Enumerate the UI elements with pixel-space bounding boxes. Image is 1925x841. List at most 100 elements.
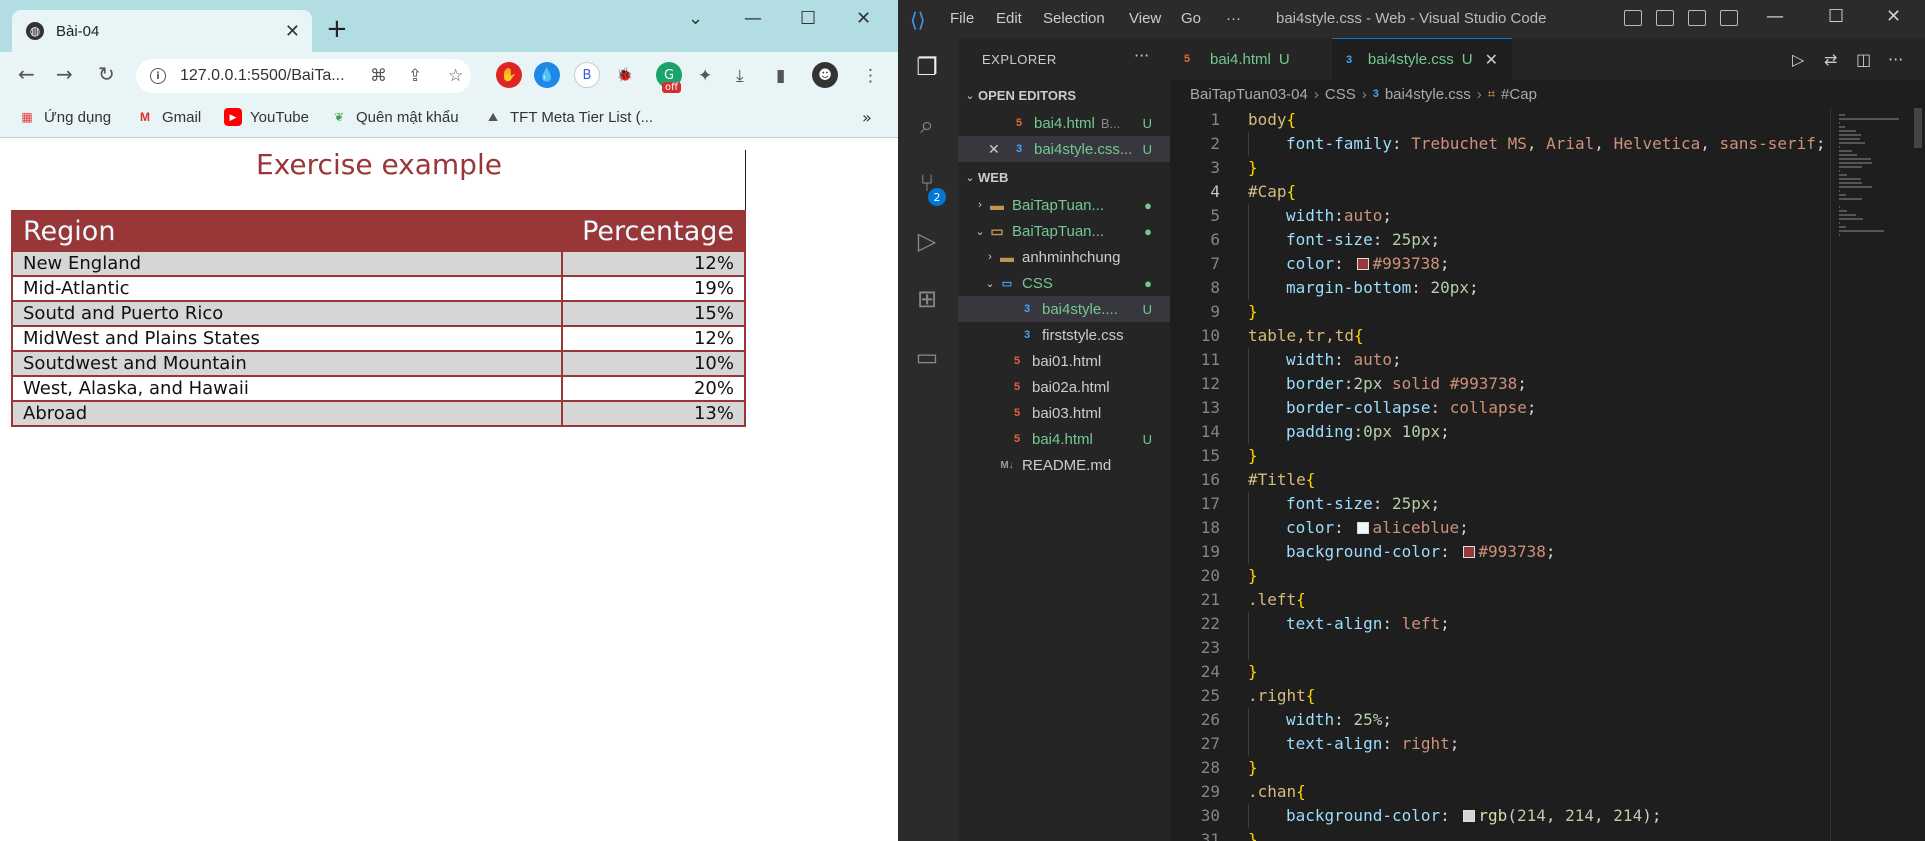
sidepanel-icon[interactable]: ▮ [776, 66, 785, 86]
code-line[interactable]: 23 [1170, 636, 1730, 660]
code-line[interactable]: 4 #Cap{ [1170, 180, 1730, 204]
code-line[interactable]: 14 padding:0px 10px; [1170, 420, 1730, 444]
tree-file[interactable]: 5 bai4.html U [958, 426, 1170, 452]
color-swatch[interactable] [1357, 258, 1370, 270]
code-line[interactable]: 30 background-color: rgb(214, 214, 214); [1170, 804, 1730, 828]
info-icon[interactable]: i [150, 68, 166, 84]
code-line[interactable]: 20} [1170, 564, 1730, 588]
code-line[interactable]: 11 width: auto; [1170, 348, 1730, 372]
tab-bai4style-css[interactable]: 3 bai4style.css U ✕ [1332, 38, 1512, 80]
open-changes-icon[interactable]: ⇄ [1824, 50, 1837, 69]
open-editors-header[interactable]: ⌄ OPEN EDITORS [958, 82, 1170, 108]
chevron-down-icon[interactable]: ⌄ [688, 8, 703, 29]
breadcrumb-item[interactable]: BaiTapTuan03-04 [1190, 86, 1308, 103]
code-line[interactable]: 12 border:2px solid #993738; [1170, 372, 1730, 396]
avatar[interactable]: ☻ [812, 62, 838, 88]
code-line[interactable]: 17 font-size: 25px; [1170, 492, 1730, 516]
menu-file[interactable]: File [950, 10, 974, 27]
menu-view[interactable]: View [1129, 10, 1161, 27]
open-editor-bai4style-css[interactable]: ✕ 3 bai4style.css... U [958, 136, 1170, 162]
bookmark-gmail[interactable]: M Gmail [136, 108, 201, 126]
kebab-menu-icon[interactable]: ⋮ [862, 66, 879, 86]
color-swatch[interactable] [1463, 810, 1476, 822]
adblock-extension-icon[interactable]: ✋ [496, 62, 522, 88]
tree-file[interactable]: M↓ README.md [958, 452, 1170, 478]
close-window-button[interactable]: ✕ [1886, 6, 1901, 27]
toggle-sidebar-icon[interactable] [1624, 10, 1642, 26]
tree-folder[interactable]: ⌄ ▭ CSS ● [958, 270, 1170, 296]
code-line[interactable]: 24} [1170, 660, 1730, 684]
reload-icon[interactable]: ↻ [98, 62, 115, 86]
split-editor-icon[interactable]: ◫ [1856, 50, 1871, 69]
tree-folder[interactable]: › ▬ BaiTapTuan... ● [958, 192, 1170, 218]
code-line[interactable]: 21 .left{ [1170, 588, 1730, 612]
minimap[interactable] [1830, 108, 1910, 841]
bookmark-tft[interactable]: ⛰ TFT Meta Tier List (... [484, 108, 653, 126]
back-icon[interactable]: ← [18, 62, 35, 86]
code-line[interactable]: 29 .chan{ [1170, 780, 1730, 804]
translate-icon[interactable]: ⌘ [370, 66, 387, 86]
color-swatch[interactable] [1463, 546, 1476, 558]
breadcrumb-item[interactable]: bai4style.css [1385, 86, 1471, 103]
new-tab-button[interactable]: + [326, 16, 348, 42]
maximize-button[interactable]: ☐ [800, 8, 816, 29]
menu-selection[interactable]: Selection [1043, 10, 1105, 27]
tree-file[interactable]: 3 firststyle.css [958, 322, 1170, 348]
close-icon[interactable]: ✕ [988, 141, 1010, 158]
code-line[interactable]: 10 table,tr,td{ [1170, 324, 1730, 348]
explorer-icon[interactable]: ❐ [912, 52, 942, 82]
menu-edit[interactable]: Edit [996, 10, 1022, 27]
code-line[interactable]: 19 background-color: #993738; [1170, 540, 1730, 564]
code-line[interactable]: 26 width: 25%; [1170, 708, 1730, 732]
drop-extension-icon[interactable]: 💧 [534, 62, 560, 88]
forward-icon[interactable]: → [56, 62, 73, 86]
minimize-button[interactable]: — [744, 8, 762, 29]
workspace-header[interactable]: ⌄ WEB [958, 164, 1170, 190]
code-line[interactable]: 3} [1170, 156, 1730, 180]
more-actions-icon[interactable]: ··· [1134, 46, 1149, 65]
more-actions-icon[interactable]: ··· [1888, 50, 1903, 69]
bookmark-youtube[interactable]: ▶ YouTube [224, 108, 309, 126]
editor-scrollbar[interactable] [1912, 108, 1924, 841]
customize-layout-icon[interactable] [1720, 10, 1738, 26]
toggle-panel-icon[interactable] [1656, 10, 1674, 26]
bug-extension-icon[interactable]: 🐞 [612, 62, 638, 88]
code-line[interactable]: 9} [1170, 300, 1730, 324]
open-editor-bai4-html[interactable]: 5 bai4.html B... U [958, 110, 1170, 136]
close-tab-icon[interactable]: ✕ [285, 21, 300, 42]
code-line[interactable]: 16 #Title{ [1170, 468, 1730, 492]
extensions-icon[interactable]: ⊞ [912, 284, 942, 314]
color-swatch[interactable] [1357, 522, 1370, 534]
browser-tab[interactable]: ◍ Bài-04 ✕ [12, 10, 312, 52]
tree-file[interactable]: 5 bai03.html [958, 400, 1170, 426]
code-line[interactable]: 2 font-family: Trebuchet MS, Arial, Helve… [1170, 132, 1826, 156]
maximize-button[interactable]: ☐ [1828, 6, 1844, 27]
scroll-thumb[interactable] [1914, 108, 1922, 148]
bookmark-apps[interactable]: ▦ Ứng dụng [18, 108, 111, 126]
menu-more[interactable]: ··· [1226, 10, 1241, 27]
tree-file[interactable]: 3 bai4style.... U [958, 296, 1170, 322]
code-editor[interactable]: 1 body{2 font-family: Trebuchet MS, Arial,… [1170, 108, 1925, 841]
tab-bai4-html[interactable]: 5 bai4.html U [1170, 38, 1332, 80]
code-line[interactable]: 7 color: #993738; [1170, 252, 1730, 276]
breadcrumb-item[interactable]: #Cap [1501, 86, 1537, 103]
run-debug-icon[interactable]: ▷ [912, 226, 942, 256]
tree-folder[interactable]: › ▬ anhminhchung [958, 244, 1170, 270]
download-icon[interactable]: ⤓ [736, 66, 744, 86]
bookmark-password[interactable]: ❦ Quên mật khẩu [330, 108, 459, 126]
code-line[interactable]: 22 text-align: left; [1170, 612, 1730, 636]
tree-folder[interactable]: ⌄ ▭ BaiTapTuan... ● [958, 218, 1170, 244]
minimize-button[interactable]: — [1766, 6, 1784, 27]
search-icon[interactable]: ⌕ [912, 110, 942, 140]
code-line[interactable]: 27 text-align: right; [1170, 732, 1730, 756]
remote-explorer-icon[interactable]: ▭ [912, 342, 942, 372]
bookmarks-overflow-icon[interactable]: » [862, 108, 872, 127]
toggle-secondary-sidebar-icon[interactable] [1688, 10, 1706, 26]
code-line[interactable]: 15} [1170, 444, 1730, 468]
code-line[interactable]: 5 width:auto; [1170, 204, 1730, 228]
close-tab-icon[interactable]: ✕ [1485, 50, 1498, 70]
breadcrumb-item[interactable]: CSS [1325, 86, 1356, 103]
code-line[interactable]: 13 border-collapse: collapse; [1170, 396, 1730, 420]
code-line[interactable]: 6 font-size: 25px; [1170, 228, 1730, 252]
bookmark-star-icon[interactable]: ☆ [448, 66, 463, 86]
